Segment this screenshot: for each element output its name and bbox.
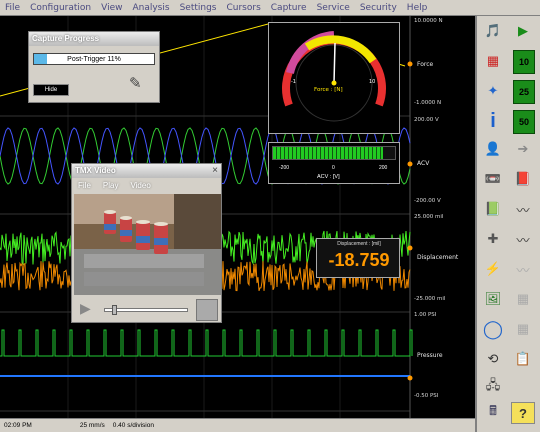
right-toolbar: 🎵 ▶ ▦ 10 ✦ 25 i 50 👤 ➔ 📼 📕 📗 〰 ✚ 〰 ⚡ 〰 🖼…	[475, 16, 540, 432]
menu-security[interactable]: Security	[355, 0, 402, 16]
calculator-icon[interactable]: 🖩	[481, 402, 505, 424]
import-icon[interactable]: ➔	[511, 138, 535, 160]
speed-50-button[interactable]: 50	[513, 110, 535, 134]
grid-toggle-icon[interactable]: ▦	[481, 50, 505, 72]
menu-configuration[interactable]: Configuration	[25, 0, 96, 16]
info-icon[interactable]: i	[481, 110, 505, 132]
acv-mid-label: 0	[332, 165, 335, 171]
menu-capture[interactable]: Capture	[266, 0, 312, 16]
menu-cursors[interactable]: Cursors	[221, 0, 265, 16]
metronome-icon[interactable]: 🎵	[481, 20, 505, 42]
gauge-max-label: 10	[369, 79, 375, 85]
video-menu-video[interactable]: Video	[130, 179, 150, 193]
video-stop-button[interactable]	[196, 299, 218, 321]
book-icon[interactable]: 📕	[511, 168, 535, 190]
trigger-icon[interactable]: ✦	[481, 80, 505, 102]
capture-progress-text: Post-Trigger 11%	[67, 56, 121, 63]
acv-bar-label: ACV : [V]	[317, 174, 340, 180]
marker-icon[interactable]: ✚	[481, 228, 505, 250]
network-icon[interactable]: 🖧	[481, 376, 505, 398]
picture-icon[interactable]: 🖼	[481, 288, 505, 310]
cycle-icon[interactable]: ⟲	[481, 348, 505, 370]
acv-top-label: 200.00 V	[414, 117, 439, 123]
record-icon[interactable]: ▶	[511, 20, 535, 42]
channel-marker	[407, 161, 413, 167]
menu-bar: File Configuration View Analysis Setting…	[0, 0, 540, 16]
acv-bar-meter[interactable]: -200 0 200 ACV : [V]	[268, 142, 400, 184]
channel-marker	[407, 61, 413, 67]
gauge-label: Force : [N]	[314, 87, 343, 93]
video-slider-thumb[interactable]	[111, 305, 117, 315]
acv-bar-track	[272, 146, 396, 160]
displacement-value: -18.759	[328, 250, 390, 270]
pressure-bottom-label: -0.50 PSI	[414, 393, 439, 399]
video-menu-file[interactable]: File	[78, 179, 91, 193]
force-bottom-label: -1.0000 N	[414, 100, 442, 106]
force-gauge: -1 10 Force : [N]	[282, 31, 386, 122]
displacement-top-label: 25.000 mil	[414, 214, 444, 220]
waveform-select-icon[interactable]: 〰	[511, 228, 535, 250]
clipboard-icon[interactable]: 📋	[511, 348, 535, 370]
ring-icon[interactable]: ◯	[481, 318, 505, 340]
video-title[interactable]: TMX Video	[72, 164, 221, 178]
video-close-button[interactable]: ×	[212, 165, 218, 177]
gauge-min-label: -1	[291, 79, 296, 85]
table-dim-icon[interactable]: ▦	[511, 318, 535, 340]
channel-marker	[407, 375, 413, 381]
pressure-channel-name: Pressure	[417, 352, 443, 359]
user-icon[interactable]: 👤	[481, 138, 505, 160]
displacement-meter[interactable]: Displacement : [mil] -18.759	[316, 238, 400, 278]
help-icon[interactable]: ?	[511, 402, 535, 424]
force-gauge-panel[interactable]: -1 10 Force : [N]	[268, 22, 400, 134]
displacement-channel-name: Displacement	[417, 254, 459, 261]
speed-10-button[interactable]: 10	[513, 50, 535, 74]
displacement-bottom-label: -25.000 mil	[414, 296, 446, 302]
video-menu-play[interactable]: Play	[103, 179, 119, 193]
waveform-icon[interactable]: 〰	[511, 198, 535, 220]
menu-analysis[interactable]: Analysis	[127, 0, 174, 16]
play-icon[interactable]: ▶	[80, 300, 91, 317]
speed-25-button[interactable]: 25	[513, 80, 535, 104]
status-time: 02:09 PM	[4, 422, 32, 429]
status-division: 0.40 s/division	[112, 422, 154, 429]
tmx-video-window[interactable]: TMX Video × File Play Video ▶	[71, 163, 222, 323]
video-frame	[74, 194, 221, 295]
app-window: File Configuration View Analysis Setting…	[0, 0, 540, 432]
menu-view[interactable]: View	[96, 0, 127, 16]
channel-marker	[407, 245, 413, 251]
grid-dim-icon[interactable]: ▦	[511, 288, 535, 310]
hide-button[interactable]: Hide	[33, 84, 69, 96]
tape-icon[interactable]: 📼	[481, 168, 505, 190]
pressure-trace-green	[0, 329, 413, 357]
force-top-label: 10.0000 N	[414, 18, 443, 24]
video-frame-image	[74, 194, 221, 295]
menu-file[interactable]: File	[0, 0, 25, 16]
status-bar: 02:09 PM 25 mm/s 0.40 s/division	[0, 418, 475, 432]
video-menu: File Play Video	[72, 179, 151, 193]
lightning-icon[interactable]: ⚡	[481, 258, 505, 280]
status-speed: 25 mm/s	[79, 422, 105, 429]
capture-progress-window[interactable]: Capture Progress Post-Trigger 11% Hide ✎	[28, 31, 160, 103]
acv-channel-name: ACV	[417, 160, 430, 167]
force-channel-name: Force	[417, 61, 434, 68]
video-slider[interactable]	[104, 305, 188, 315]
menu-settings[interactable]: Settings	[175, 0, 222, 16]
pressure-top-label: 1.00 PSI	[414, 312, 437, 318]
waveform-dim-icon[interactable]: 〰	[511, 258, 535, 280]
capture-progress-bar: Post-Trigger 11%	[33, 53, 155, 65]
acv-bottom-label: -200.00 V	[414, 198, 441, 204]
capture-progress-title[interactable]: Capture Progress	[29, 32, 159, 46]
acv-max-label: 200	[379, 165, 388, 171]
acv-bar-fill	[273, 147, 383, 159]
displacement-meter-label: Displacement : [mil]	[337, 241, 381, 247]
menu-help[interactable]: Help	[402, 0, 433, 16]
acv-min-label: -200	[279, 165, 290, 171]
notebook-icon[interactable]: 📗	[481, 198, 505, 220]
capture-pen-icon: ✎	[129, 75, 142, 92]
menu-service[interactable]: Service	[312, 0, 355, 16]
